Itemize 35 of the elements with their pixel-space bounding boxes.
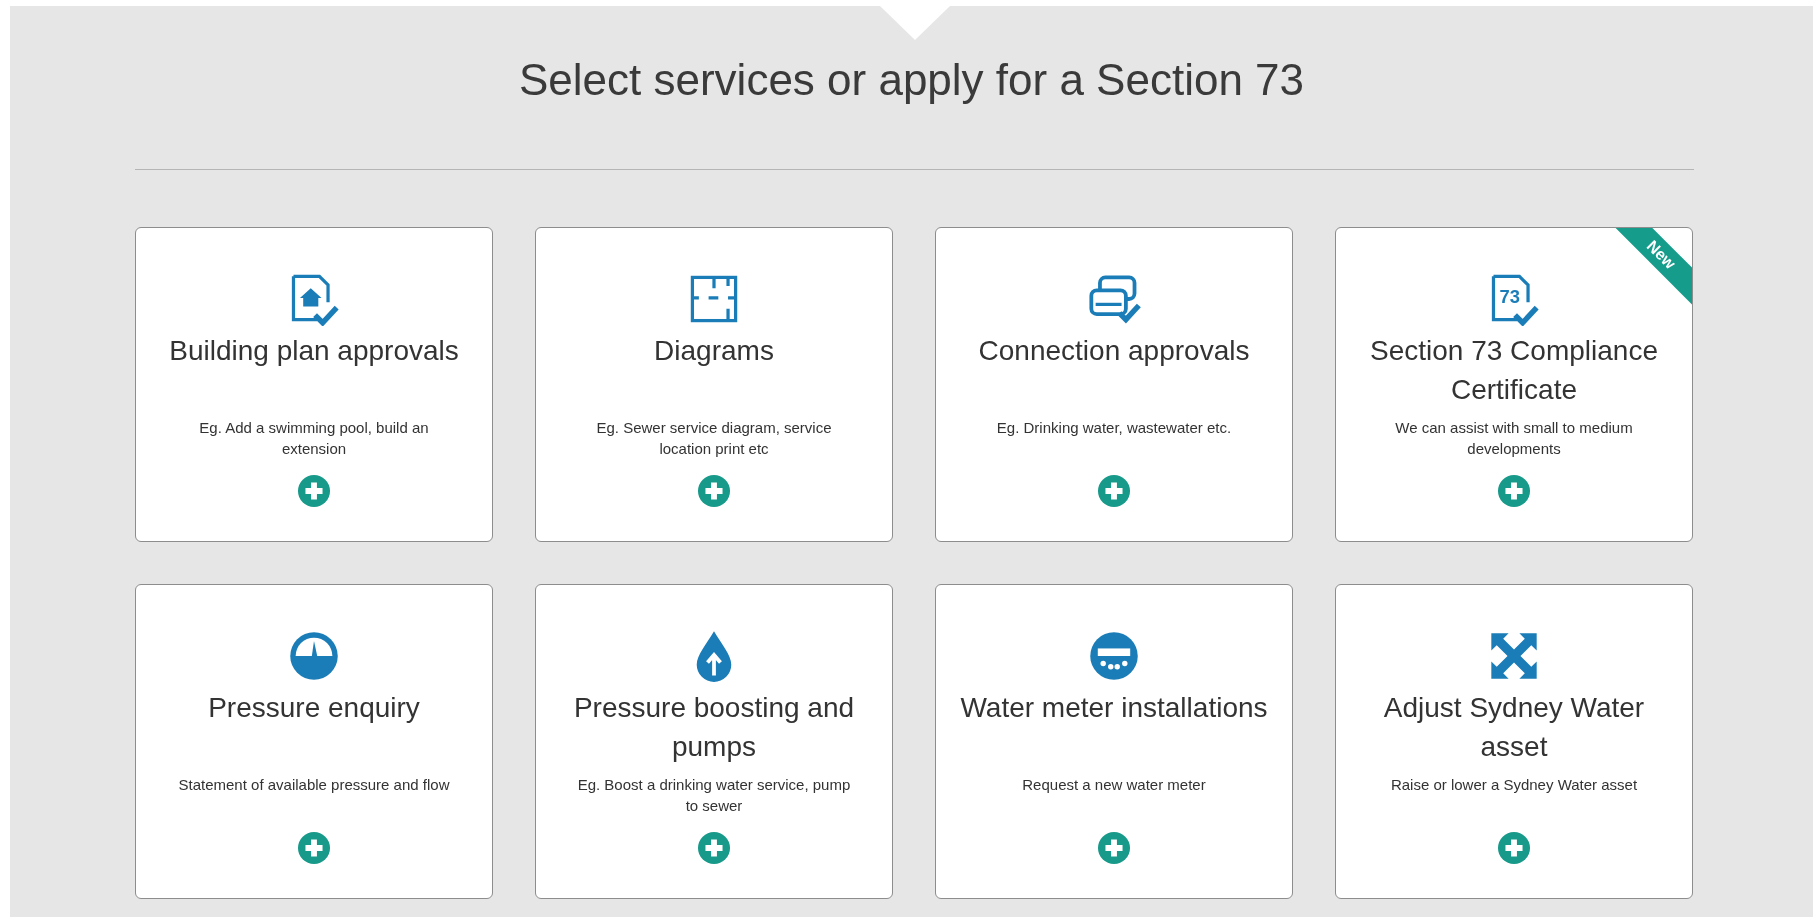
service-card[interactable]: Water meter installations Request a new water meter (935, 584, 1293, 899)
add-button[interactable] (1098, 832, 1130, 864)
service-card[interactable]: Connection approvals Eg. Drinking water, wastewater etc. (935, 227, 1293, 542)
add-button[interactable] (298, 475, 330, 507)
service-description: Eg. Drinking water, wastewater etc. (995, 418, 1233, 438)
service-title: Pressure enquiry (207, 691, 421, 725)
service-card[interactable]: Pressure boosting and pumps Eg. Boost a drinking water service, pump to sewer (535, 584, 893, 899)
service-description: We can assist with small to medium developments (1394, 418, 1634, 459)
add-button[interactable] (298, 832, 330, 864)
service-title: Diagrams (653, 334, 775, 368)
add-button[interactable] (698, 832, 730, 864)
service-description: Statement of available pressure and flow (177, 775, 451, 795)
pointer-notch (880, 6, 950, 40)
add-button[interactable] (1498, 832, 1530, 864)
service-title: Building plan approvals (168, 334, 460, 368)
service-description: Request a new water meter (1021, 775, 1207, 795)
water-meter-icon (1087, 629, 1141, 683)
service-card[interactable]: Building plan approvals Eg. Add a swimming pool, build an extension (135, 227, 493, 542)
service-description: Eg. Boost a drinking water service, pump to sewer (576, 775, 852, 816)
service-description: Raise or lower a Sydney Water asset (1389, 775, 1639, 795)
service-title: Pressure boosting and pumps (572, 691, 856, 764)
service-card[interactable]: Pressure enquiry Statement of available pressure and flow (135, 584, 493, 899)
gauge-icon (287, 629, 341, 683)
add-button[interactable] (1498, 475, 1530, 507)
service-card[interactable]: Adjust Sydney Water asset Raise or lower a Sydney Water asset (1335, 584, 1693, 899)
add-button[interactable] (698, 475, 730, 507)
service-description: Eg. Sewer service diagram, service location print etc (595, 418, 833, 459)
service-card[interactable]: Diagrams Eg. Sewer service diagram, service location print etc (535, 227, 893, 542)
service-description: Eg. Add a swimming pool, build an extension (198, 418, 430, 459)
service-title: Adjust Sydney Water asset (1382, 691, 1646, 764)
page-heading: Select services or apply for a Section 73 (517, 54, 1306, 106)
service-title: Connection approvals (977, 334, 1251, 368)
add-button[interactable] (1098, 475, 1130, 507)
service-title: Section 73 Compliance Certificate (1369, 334, 1659, 407)
service-title: Water meter installations (959, 691, 1269, 725)
